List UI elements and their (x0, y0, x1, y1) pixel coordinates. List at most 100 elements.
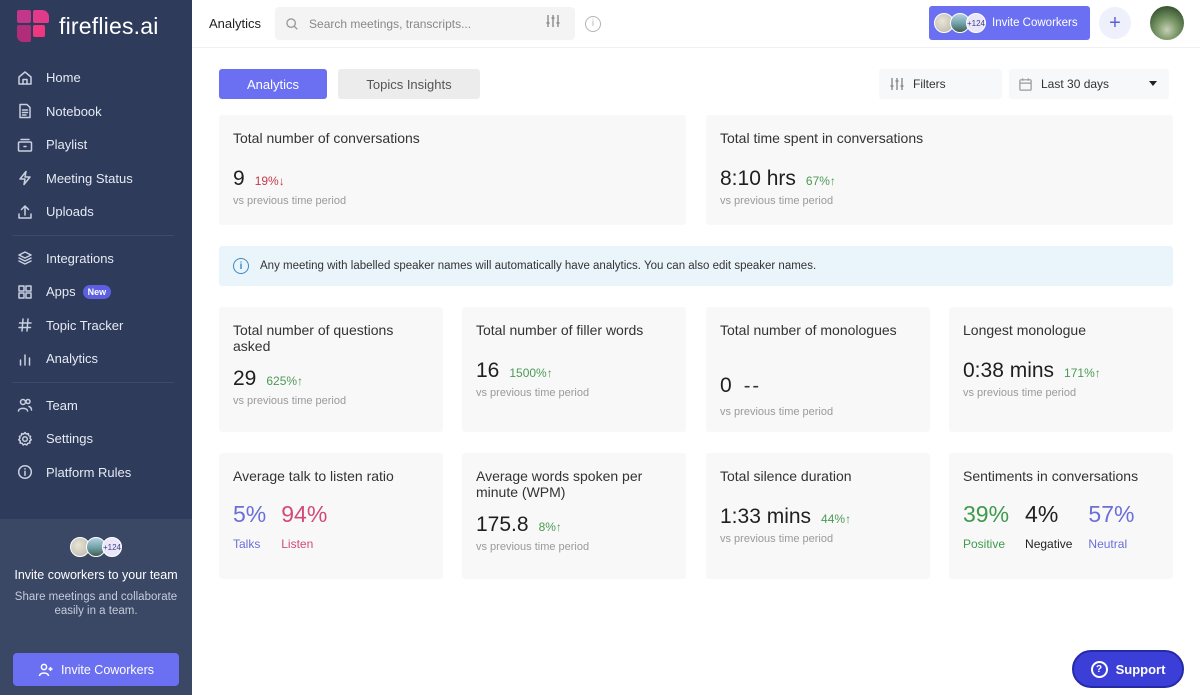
sidebar-item-team[interactable]: Team (0, 389, 192, 423)
avatar-count-badge: +124 (102, 537, 122, 557)
sidebar-item-label: Platform Rules (46, 464, 132, 480)
sidebar-item-label: Analytics (46, 351, 99, 367)
sidebar-item-integrations[interactable]: Integrations (0, 242, 192, 276)
card-total-conversations: Total number of conversations 9 19%↓ vs … (219, 115, 686, 225)
metric-value: 29 (233, 367, 257, 390)
sidebar-nav: Home Notebook Playlist Meeting Status Up… (0, 61, 192, 489)
invite-coworkers-panel: +124 Invite coworkers to your team Share… (0, 519, 192, 695)
card-title: Total time spent in conversations (720, 130, 924, 146)
new-badge: New (82, 284, 112, 299)
card-title: Total number of filler words (476, 322, 644, 338)
logo[interactable]: fireflies.ai (0, 0, 192, 52)
neutral-label: Neutral (1088, 537, 1128, 551)
card-title: Total silence duration (720, 468, 852, 484)
metric-delta: 625%↑ (266, 374, 304, 388)
date-range-select[interactable]: Last 30 days (1009, 69, 1169, 99)
metric-delta: 1500%↑ (509, 366, 553, 380)
metric-value: 9 (233, 167, 245, 190)
card-silence-duration: Total silence duration 1:33 mins 44%↑ vs… (706, 453, 930, 579)
filters-label: Filters (913, 77, 946, 91)
info-icon[interactable]: i (585, 15, 602, 32)
sidebar-item-notebook[interactable]: Notebook (0, 95, 192, 129)
metric-subtext: vs previous time period (233, 395, 347, 407)
listen-percent: 94% (281, 501, 328, 527)
tab-topics-insights[interactable]: Topics Insights (338, 69, 480, 99)
sidebar-item-label: Apps (46, 284, 76, 300)
card-title: Sentiments in conversations (963, 468, 1139, 484)
search-bar[interactable] (275, 7, 576, 40)
filter-icon (890, 78, 904, 90)
support-label: Support (1115, 661, 1166, 677)
metric-delta: 19%↓ (254, 174, 285, 188)
invite-subtitle: Share meetings and collaborate easily in… (14, 591, 178, 617)
filters-button[interactable]: Filters (879, 69, 1002, 99)
sidebar-item-label: Team (46, 397, 78, 413)
sidebar-item-label: Meeting Status (46, 170, 133, 186)
add-user-icon (38, 663, 53, 676)
metric-subtext: vs previous time period (720, 406, 834, 418)
metric-subtext: vs previous time period (476, 387, 590, 399)
sidebar-item-label: Notebook (46, 103, 102, 119)
metric-delta: -- (743, 375, 762, 397)
search-filter-icon[interactable] (545, 13, 561, 34)
sidebar-item-label: Topic Tracker (46, 317, 124, 333)
sidebar-item-label: Integrations (46, 250, 114, 266)
sidebar-item-meeting-status[interactable]: Meeting Status (0, 162, 192, 196)
card-talk-listen-ratio: Average talk to listen ratio 5% Talks 94… (219, 453, 443, 579)
page-title: Analytics (209, 16, 262, 31)
sidebar-item-settings[interactable]: Settings (0, 422, 192, 456)
invite-title: Invite coworkers to your team (14, 568, 178, 582)
sidebar-item-label: Uploads (46, 204, 94, 220)
divider (12, 381, 174, 383)
info-banner: i Any meeting with labelled speaker name… (219, 246, 1173, 286)
card-questions-asked: Total number of questions asked 29 625%↑… (219, 307, 443, 432)
user-avatar[interactable] (1150, 6, 1184, 40)
invite-button-label: Invite Coworkers (992, 17, 1078, 29)
info-icon (17, 464, 33, 480)
sidebar-item-platform-rules[interactable]: Platform Rules (0, 456, 192, 490)
card-title: Average words spoken per minute (WPM) (476, 468, 643, 500)
card-sentiments: Sentiments in conversations 39% Positive… (949, 453, 1173, 579)
metric-value: 16 (476, 359, 500, 382)
search-input[interactable] (309, 16, 540, 31)
card-total-time-spent: Total time spent in conversations 8:10 h… (706, 115, 1173, 225)
invite-coworkers-button[interactable]: Invite Coworkers (13, 653, 179, 686)
metric-value: 175.8 (476, 513, 529, 536)
date-range-value: Last 30 days (1041, 77, 1110, 91)
card-title: Total number of conversations (233, 130, 420, 146)
metric-value: 8:10 hrs (720, 167, 796, 190)
info-icon: i (233, 258, 249, 274)
grid-icon (17, 284, 33, 300)
upload-icon (17, 204, 33, 220)
sidebar-item-home[interactable]: Home (0, 61, 192, 95)
sidebar-item-label: Home (46, 70, 81, 86)
document-icon (17, 103, 33, 119)
avatar-count-badge: +124 (966, 13, 986, 33)
tab-analytics[interactable]: Analytics (219, 69, 327, 99)
card-title: Longest monologue (963, 322, 1086, 338)
metric-value: 0:38 mins (963, 359, 1055, 382)
negative-label: Negative (1025, 537, 1073, 551)
add-button[interactable]: + (1099, 7, 1131, 39)
sidebar-item-uploads[interactable]: Uploads (0, 195, 192, 229)
positive-label: Positive (963, 537, 1006, 551)
sidebar-item-analytics[interactable]: Analytics (0, 342, 192, 376)
neutral-percent: 57% (1088, 501, 1135, 527)
sidebar-item-topic-tracker[interactable]: Topic Tracker (0, 309, 192, 343)
bar-chart-icon (17, 351, 33, 367)
sidebar-item-playlist[interactable]: Playlist (0, 128, 192, 162)
tabs: Analytics Topics Insights (219, 69, 480, 99)
playlist-icon (17, 137, 33, 153)
card-title: Total number of questions asked (233, 322, 394, 354)
card-words-per-minute: Average words spoken per minute (WPM) 17… (462, 453, 686, 579)
metric-delta: 44%↑ (821, 512, 852, 526)
question-icon: ? (1090, 660, 1108, 678)
support-button[interactable]: ? Support (1072, 650, 1184, 688)
home-icon (17, 70, 33, 86)
top-invite-coworkers-button[interactable]: +124 Invite Coworkers (929, 6, 1090, 40)
sidebar-item-apps[interactable]: Apps New (0, 275, 192, 309)
calendar-icon (1019, 77, 1032, 91)
metric-subtext: vs previous time period (720, 195, 834, 207)
hash-icon (17, 317, 33, 333)
card-title: Total number of monologues (720, 322, 897, 338)
